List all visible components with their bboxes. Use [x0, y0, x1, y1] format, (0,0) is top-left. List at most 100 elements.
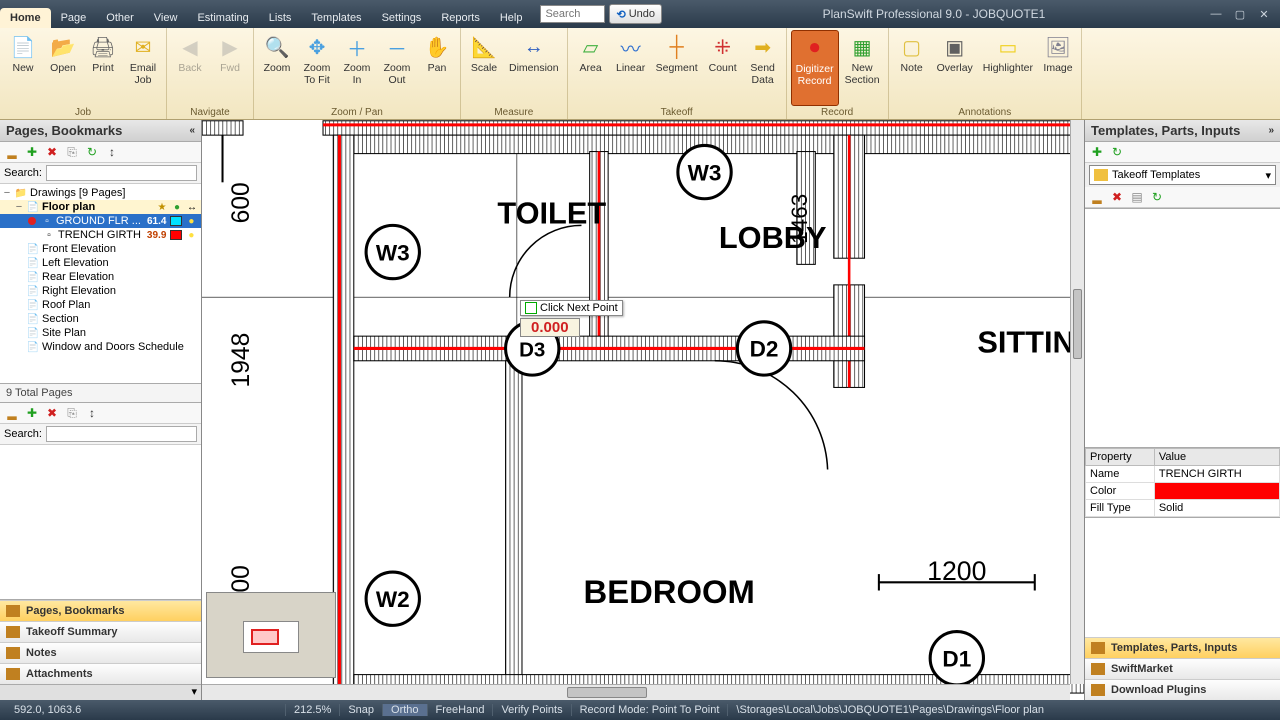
properties-grid[interactable]: Property Value NameTRENCH GIRTHColorFill…: [1085, 448, 1280, 517]
collapse-left-icon[interactable]: «: [189, 125, 195, 136]
pages-search-input[interactable]: [46, 165, 197, 181]
dimension-button[interactable]: ↔Dimension: [505, 30, 563, 106]
pages-tree[interactable]: −📁 Drawings [9 Pages] −📄 Floor plan ★ ● …: [0, 184, 201, 384]
drawing-canvas[interactable]: W3 W3 D2 D3 W2 D1 TOILET LOBBY BEDROOM S…: [202, 120, 1084, 700]
zoom-fit-button[interactable]: ✥Zoom To Fit: [298, 30, 336, 106]
linear-button[interactable]: 〰Linear: [612, 30, 650, 106]
print-button[interactable]: 🖨Print: [84, 30, 122, 106]
tool-sort-icon[interactable]: ↕: [104, 144, 120, 160]
email-job-button[interactable]: ✉Email Job: [124, 30, 162, 106]
zoom-out-icon: －: [383, 33, 411, 61]
zoom-in-button[interactable]: ＋Zoom In: [338, 30, 376, 106]
tree-ground-flr[interactable]: ▫ GROUND FLR ... 61.4 ●: [0, 214, 201, 228]
scrollbar-vertical[interactable]: [1070, 120, 1084, 684]
tool-add-icon[interactable]: ✚: [24, 144, 40, 160]
tab-home[interactable]: Home: [0, 8, 51, 28]
accordion-pages-bookmarks[interactable]: Pages, Bookmarks: [0, 600, 201, 621]
count-button[interactable]: ⁜Count: [704, 30, 742, 106]
tree-page[interactable]: 📄Roof Plan: [0, 298, 201, 312]
tree-page[interactable]: 📄Right Elevation: [0, 284, 201, 298]
image-button[interactable]: 🖼Image: [1039, 30, 1077, 106]
tree-page[interactable]: 📄Site Plan: [0, 326, 201, 340]
tool-copy-icon[interactable]: ⎘: [64, 144, 80, 160]
tree-page[interactable]: 📄Section: [0, 312, 201, 326]
status-bar: 592.0, 1063.6 212.5% SnapOrthoFreeHandVe…: [0, 700, 1280, 720]
accordion-attachments[interactable]: Attachments: [0, 663, 201, 684]
tab-help[interactable]: Help: [490, 8, 533, 28]
area-button[interactable]: ▱Area: [572, 30, 610, 106]
collapse-right-icon[interactable]: »: [1268, 125, 1274, 136]
open-button[interactable]: 📂Open: [44, 30, 82, 106]
overlay-button[interactable]: ▣Overlay: [933, 30, 977, 106]
minimize-button[interactable]: —: [1206, 6, 1226, 22]
tool-props-icon[interactable]: ▤: [1129, 189, 1145, 205]
tree-trench-girth[interactable]: ▫ TRENCH GIRTH 39.9 ●: [0, 228, 201, 242]
prop-row[interactable]: Color: [1086, 483, 1280, 500]
zoom-out-button[interactable]: －Zoom Out: [378, 30, 416, 106]
new-section-button[interactable]: ▦New Section: [841, 30, 884, 106]
tab-other[interactable]: Other: [96, 8, 144, 28]
note-label: Note: [901, 63, 923, 75]
templates-panel-header: Templates, Parts, Inputs »: [1085, 120, 1280, 142]
maximize-button[interactable]: ▢: [1230, 6, 1250, 22]
digitizer-button[interactable]: ⏺Digitizer Record: [791, 30, 839, 106]
tab-templates[interactable]: Templates: [301, 8, 371, 28]
left-more-icon[interactable]: ▾: [0, 684, 201, 700]
tool-refresh-icon[interactable]: ↻: [84, 144, 100, 160]
accordion-takeoff-summary[interactable]: Takeoff Summary: [0, 621, 201, 642]
tree-floor-plan[interactable]: −📄 Floor plan ★ ● ↔: [0, 200, 201, 214]
tool-folder-icon[interactable]: ▂: [4, 405, 20, 421]
tab-page[interactable]: Page: [51, 8, 97, 28]
tree-page[interactable]: 📄Front Elevation: [0, 242, 201, 256]
status-toggle-verify-points[interactable]: Verify Points: [493, 704, 571, 716]
tab-lists[interactable]: Lists: [259, 8, 302, 28]
tree-root[interactable]: −📁 Drawings [9 Pages]: [0, 186, 201, 200]
tab-settings[interactable]: Settings: [372, 8, 432, 28]
tool-refresh-icon[interactable]: ↻: [1149, 189, 1165, 205]
segment-button[interactable]: ┼Segment: [652, 30, 702, 106]
highlighter-button[interactable]: ▭Highlighter: [979, 30, 1037, 106]
scrollbar-horizontal[interactable]: [202, 684, 1070, 700]
tool-folder-icon[interactable]: ▂: [1089, 189, 1105, 205]
accordion-swiftmarket[interactable]: SwiftMarket: [1085, 658, 1280, 679]
dimension-icon: ↔: [520, 33, 548, 61]
undo-button[interactable]: ⟲ Undo: [609, 4, 662, 24]
tree-page[interactable]: 📄Rear Elevation: [0, 270, 201, 284]
status-toggle-snap[interactable]: Snap: [340, 704, 383, 716]
tool-add-icon[interactable]: ✚: [24, 405, 40, 421]
pages-search-input-2[interactable]: [46, 426, 197, 442]
tree-page[interactable]: 📄Left Elevation: [0, 256, 201, 270]
accordion-notes[interactable]: Notes: [0, 642, 201, 663]
status-toggle-ortho[interactable]: Ortho: [383, 704, 428, 716]
pan-button[interactable]: ✋Pan: [418, 30, 456, 106]
send-data-button[interactable]: ➡Send Data: [744, 30, 782, 106]
note-button[interactable]: ▢Note: [893, 30, 931, 106]
tab-estimating[interactable]: Estimating: [187, 8, 258, 28]
accordion-templates-parts-inputs[interactable]: Templates, Parts, Inputs: [1085, 637, 1280, 658]
new-button[interactable]: 📄New: [4, 30, 42, 106]
minimap[interactable]: [206, 592, 336, 678]
tool-add-icon[interactable]: ✚: [1089, 144, 1105, 160]
templates-combo[interactable]: Takeoff Templates ▾: [1089, 165, 1276, 185]
send-data-icon: ➡: [749, 33, 777, 61]
prop-row[interactable]: NameTRENCH GIRTH: [1086, 466, 1280, 483]
scale-button[interactable]: 📐Scale: [465, 30, 503, 106]
tab-view[interactable]: View: [144, 8, 188, 28]
tab-reports[interactable]: Reports: [431, 8, 490, 28]
svg-text:D3: D3: [519, 339, 545, 362]
menu-tabs: HomePageOtherViewEstimatingListsTemplate…: [0, 0, 532, 28]
tool-delete-icon[interactable]: ✖: [44, 405, 60, 421]
tool-copy-icon[interactable]: ⎘: [64, 405, 80, 421]
tool-delete-icon[interactable]: ✖: [1109, 189, 1125, 205]
status-toggle-freehand[interactable]: FreeHand: [428, 704, 494, 716]
zoom-button[interactable]: 🔍Zoom: [258, 30, 296, 106]
close-button[interactable]: ✕: [1254, 6, 1274, 22]
tool-folder-icon[interactable]: ▂: [4, 144, 20, 160]
tool-refresh-icon[interactable]: ↻: [1109, 144, 1125, 160]
tool-delete-icon[interactable]: ✖: [44, 144, 60, 160]
prop-row[interactable]: Fill TypeSolid: [1086, 500, 1280, 517]
accordion-download-plugins[interactable]: Download Plugins: [1085, 679, 1280, 700]
tree-page[interactable]: 📄Window and Doors Schedule: [0, 340, 201, 354]
quick-search-input[interactable]: [540, 5, 605, 23]
tool-sort-icon[interactable]: ↕: [84, 405, 100, 421]
